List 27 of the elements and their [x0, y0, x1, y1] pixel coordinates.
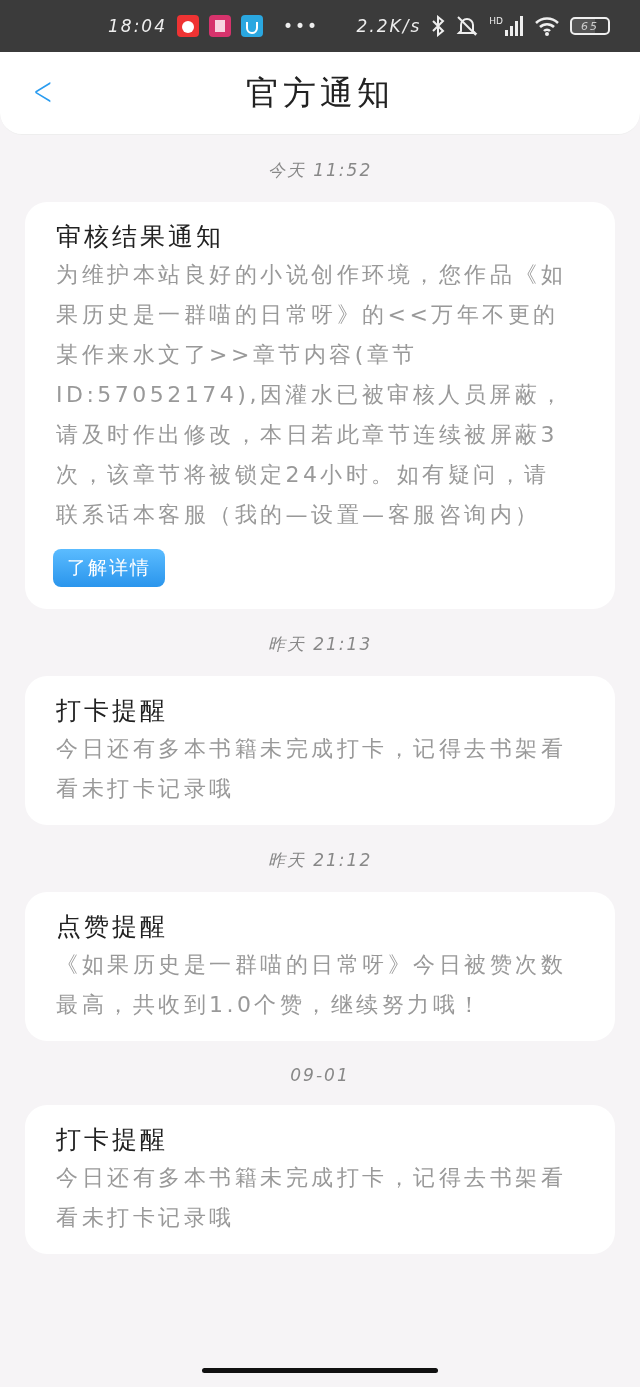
message-time: 今天 11:52	[267, 159, 373, 182]
message-title: 打卡提醒	[56, 695, 168, 727]
app-notification-icon	[209, 15, 231, 37]
wifi-icon	[534, 16, 560, 36]
message-body: 为维护本站良好的小说创作环境，您作品《如果历史是一群喵的日常呀》的<<万年不更的某作来水文了>>章节内容(章节ID:57052174),因灌水已被审核人员屏蔽，请及时作出修改，本日若此章节连续被屏蔽3次，该章节将被锁定24小时。如有疑问，请联系话本客服（我的—设置—客服咨询内）	[56, 261, 567, 529]
clock: 18:04	[108, 16, 167, 36]
message-body: 今日还有多本书籍未完成打卡，记得去书架看看未打卡记录哦	[56, 1164, 567, 1232]
message-body: 《如果历史是一群喵的日常呀》今日被赞次数最高，共收到1.0个赞，继续努力哦！	[56, 951, 567, 1019]
message-time: 09-01	[290, 1065, 350, 1085]
message-title: 打卡提醒	[56, 1124, 168, 1156]
message-body: 今日还有多本书籍未完成打卡，记得去书架看看未打卡记录哦	[56, 735, 567, 803]
back-button[interactable]: <	[27, 68, 58, 114]
details-button[interactable]: 了解详情	[53, 549, 165, 587]
app-notification-icon	[241, 15, 263, 37]
hd-label: HD	[489, 16, 503, 26]
app-notification-icon	[177, 15, 199, 37]
more-notifications: •••	[283, 16, 320, 36]
message-title: 点赞提醒	[56, 911, 168, 943]
signal-icon	[504, 16, 524, 36]
message-title: 审核结果通知	[56, 221, 224, 253]
message-time: 昨天 21:12	[267, 849, 373, 872]
network-speed: 2.2K/s	[356, 16, 422, 36]
muted-bell-icon	[455, 15, 480, 37]
message-time: 昨天 21:13	[267, 633, 373, 656]
page-title: 官方通知	[246, 71, 394, 114]
bluetooth-icon	[431, 15, 446, 37]
battery-icon: 65	[570, 17, 610, 35]
